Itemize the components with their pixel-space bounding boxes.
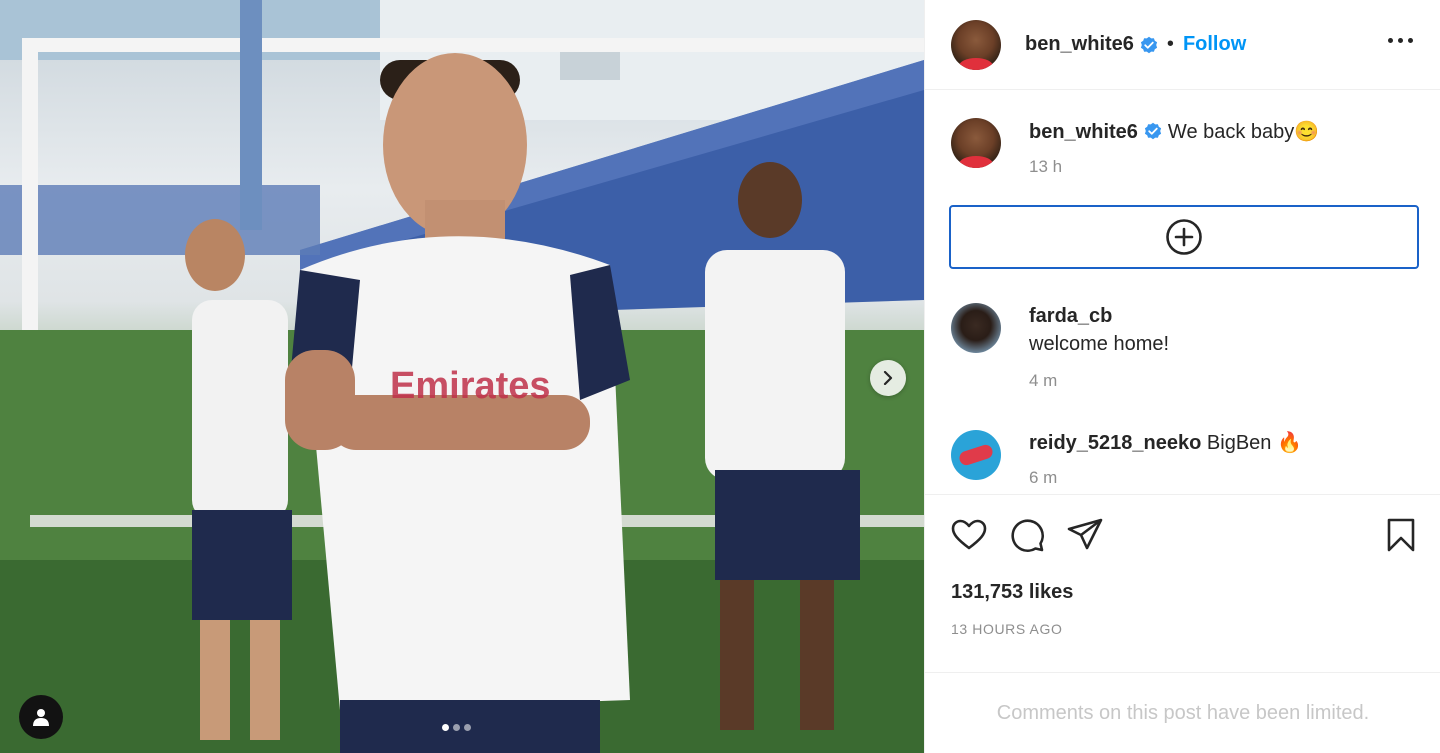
comments-limited-notice: Comments on this post have been limited. bbox=[925, 672, 1440, 753]
plus-circle-icon bbox=[1166, 219, 1202, 255]
user-tag-icon bbox=[33, 709, 49, 726]
paper-plane-icon[interactable] bbox=[1067, 517, 1103, 553]
carousel-dot bbox=[464, 724, 471, 731]
tagged-users-button[interactable] bbox=[19, 695, 63, 739]
caption-text: We back baby😊 bbox=[1167, 121, 1320, 143]
comment-item: farda_cb welcome home! 4 m bbox=[951, 303, 1421, 391]
header-separator: • bbox=[1166, 33, 1174, 55]
avatar[interactable] bbox=[951, 118, 1001, 168]
caption-time: 13 h bbox=[1029, 157, 1063, 176]
caption-username[interactable]: ben_white6 bbox=[1029, 121, 1138, 143]
avatar[interactable] bbox=[951, 430, 1001, 480]
comment-bubble-icon[interactable] bbox=[1009, 517, 1045, 553]
post-timestamp: 13 HOURS AGO bbox=[951, 621, 1063, 637]
header-username[interactable]: ben_white6 bbox=[1025, 33, 1134, 56]
more-options-button[interactable] bbox=[1388, 38, 1413, 43]
svg-text:Emirates: Emirates bbox=[390, 365, 551, 407]
more-options-dot bbox=[1398, 38, 1403, 43]
post-actions: 131,753 likes 13 HOURS AGO bbox=[925, 494, 1440, 637]
more-options-dot bbox=[1408, 38, 1413, 43]
post-header: ben_white6 • Follow bbox=[925, 0, 1440, 90]
follow-button[interactable]: Follow bbox=[1183, 33, 1246, 56]
comment-username[interactable]: reidy_5218_neeko bbox=[1029, 432, 1201, 454]
heart-icon[interactable] bbox=[951, 517, 987, 553]
comment-time: 6 m bbox=[1029, 468, 1058, 487]
avatar[interactable] bbox=[951, 303, 1001, 353]
verified-badge-icon bbox=[1140, 36, 1158, 53]
comment-username[interactable]: farda_cb bbox=[1029, 305, 1112, 327]
verified-badge-icon bbox=[1144, 122, 1162, 140]
comment-item: reidy_5218_neeko BigBen 🔥 6 m bbox=[951, 430, 1421, 488]
bookmark-icon[interactable] bbox=[1385, 517, 1417, 553]
carousel-dot bbox=[442, 724, 449, 731]
more-options-icon bbox=[1388, 38, 1393, 43]
comment-text: welcome home! bbox=[1029, 333, 1170, 355]
post-caption: ben_white6 We back baby😊 13 h bbox=[951, 118, 1421, 177]
avatar[interactable] bbox=[951, 19, 1001, 70]
add-button[interactable] bbox=[949, 205, 1419, 269]
post-photo: Emirates bbox=[0, 0, 924, 753]
post-details-panel: ben_white6 • Follow ben_white6 We back b… bbox=[924, 0, 1440, 753]
carousel-indicator bbox=[442, 724, 471, 731]
training-scene-image: Emirates bbox=[0, 0, 924, 753]
avatar-logo bbox=[957, 443, 995, 467]
comment-time: 4 m bbox=[1029, 371, 1058, 390]
comment-text: BigBen 🔥 bbox=[1206, 432, 1302, 454]
chevron-right-icon bbox=[883, 371, 893, 385]
carousel-dot bbox=[453, 724, 460, 731]
next-slide-button[interactable] bbox=[870, 360, 906, 396]
likes-count[interactable]: 131,753 likes bbox=[951, 581, 1073, 604]
